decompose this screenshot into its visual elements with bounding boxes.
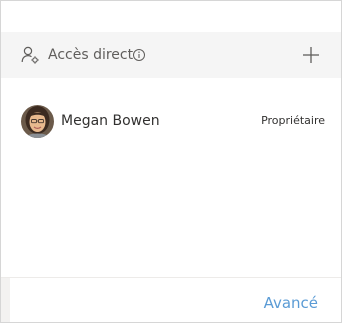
direct-access-header: Accès direct	[1, 32, 341, 78]
access-panel: Accès direct Megan Bowen Propriétaire Av…	[0, 0, 342, 323]
plus-icon	[303, 47, 319, 63]
panel-footer: Avancé	[1, 277, 341, 322]
info-icon[interactable]	[132, 47, 146, 61]
footer-strip	[1, 278, 10, 322]
person-gear-icon	[20, 45, 40, 65]
advanced-link[interactable]: Avancé	[264, 294, 318, 312]
avatar	[21, 105, 54, 138]
member-name: Megan Bowen	[61, 113, 160, 129]
member-role: Propriétaire	[261, 114, 325, 127]
panel-top-spacer	[1, 1, 341, 32]
add-member-button[interactable]	[299, 43, 323, 67]
direct-access-title: Accès direct	[48, 47, 134, 63]
member-row[interactable]: Megan Bowen Propriétaire	[1, 97, 341, 145]
